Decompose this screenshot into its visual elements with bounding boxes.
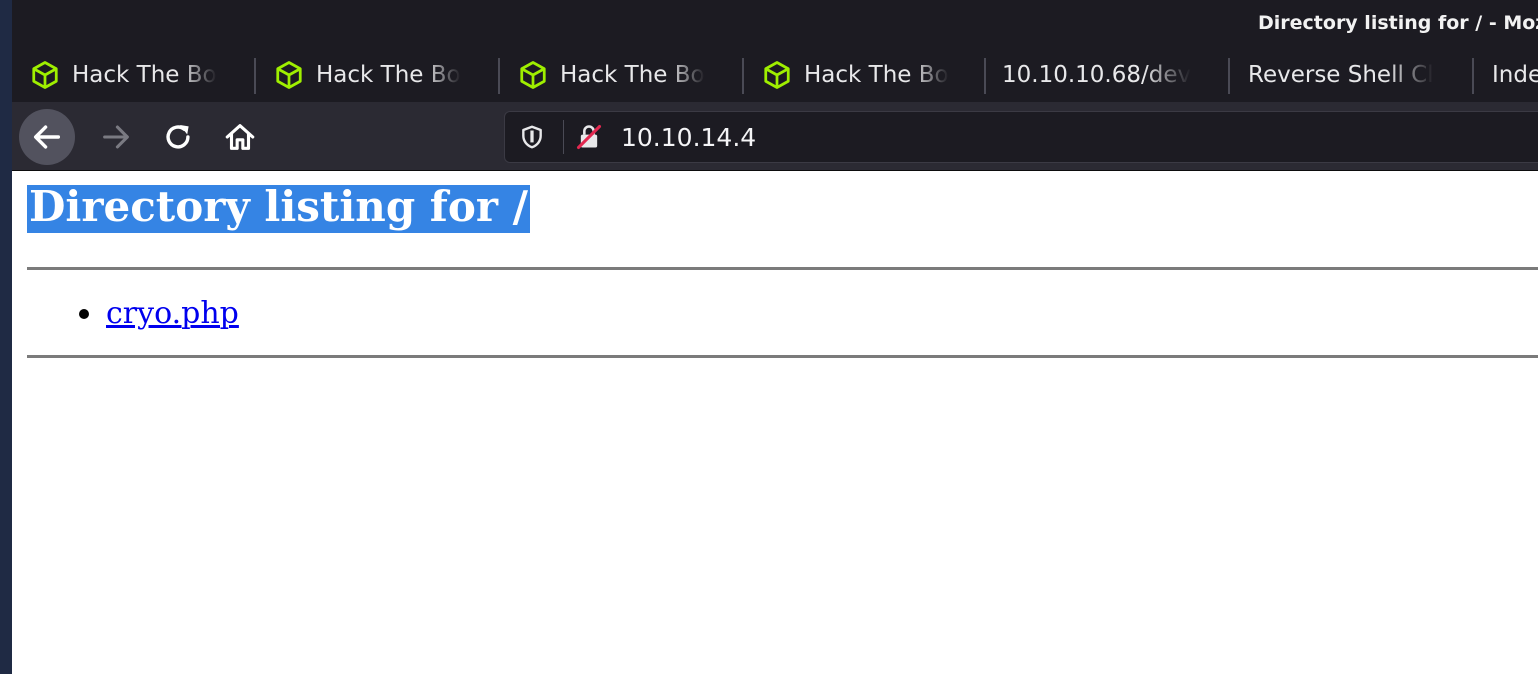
tab-hackthebox-4[interactable]: Hack The Bo — [762, 52, 972, 98]
page-heading: Directory listing for / — [27, 182, 530, 233]
back-button[interactable] — [19, 109, 75, 165]
tab-label: 10.10.10.68/dev — [1002, 62, 1192, 88]
tab-label: Hack The Bo — [72, 62, 217, 88]
reload-icon — [166, 124, 190, 149]
directory-list: cryo.php — [76, 295, 239, 333]
page-content: Directory listing for / cryo.php — [12, 171, 1538, 674]
forward-button[interactable] — [88, 109, 144, 165]
tab-separator — [1472, 58, 1474, 94]
urlbar-separator — [563, 120, 564, 154]
list-item: cryo.php — [76, 295, 239, 333]
window-titlebar: Directory listing for / - Mozi — [12, 0, 1538, 48]
htb-cube-icon — [32, 61, 58, 89]
file-link-cryo-php[interactable]: cryo.php — [106, 296, 239, 331]
home-button[interactable] — [212, 109, 268, 165]
shield-icon[interactable] — [519, 124, 545, 150]
arrow-left-icon — [33, 125, 61, 149]
tab-label: Hack The Bo — [560, 62, 705, 88]
divider — [27, 355, 1538, 358]
reload-button[interactable] — [150, 109, 206, 165]
tab-dev-url[interactable]: 10.10.10.68/dev — [1002, 52, 1212, 98]
htb-cube-icon — [276, 61, 302, 89]
tab-label: Reverse Shell Cl — [1248, 62, 1434, 88]
tab-reverse-shell[interactable]: Reverse Shell Cl — [1248, 52, 1458, 98]
tab-label: Inde — [1492, 62, 1538, 88]
tab-separator — [1228, 58, 1230, 94]
htb-cube-icon — [764, 61, 790, 89]
tab-hackthebox-3[interactable]: Hack The Bo — [518, 52, 728, 98]
tab-separator — [254, 58, 256, 94]
navigation-toolbar: 10.10.14.4 — [12, 102, 1538, 171]
divider — [27, 267, 1538, 270]
tab-separator — [984, 58, 986, 94]
tab-separator — [742, 58, 744, 94]
home-icon — [225, 124, 255, 150]
tab-separator — [498, 58, 500, 94]
tab-label: Hack The Bo — [804, 62, 949, 88]
window-title: Directory listing for / - Mozi — [1258, 12, 1538, 34]
tab-hackthebox-2[interactable]: Hack The Bo — [274, 52, 484, 98]
url-input[interactable]: 10.10.14.4 — [621, 123, 756, 152]
tab-hackthebox-1[interactable]: Hack The Bo — [30, 52, 240, 98]
bullet — [79, 309, 89, 319]
arrow-right-icon — [103, 125, 129, 149]
tab-label: Hack The Bo — [316, 62, 461, 88]
tab-index[interactable]: Inde — [1492, 52, 1538, 98]
tab-strip: Hack The Bo Hack The Bo Hack The Bo Hack… — [12, 48, 1538, 102]
htb-cube-icon — [520, 61, 546, 89]
insecure-connection-icon[interactable] — [575, 123, 603, 151]
address-bar[interactable]: 10.10.14.4 — [504, 111, 1538, 163]
